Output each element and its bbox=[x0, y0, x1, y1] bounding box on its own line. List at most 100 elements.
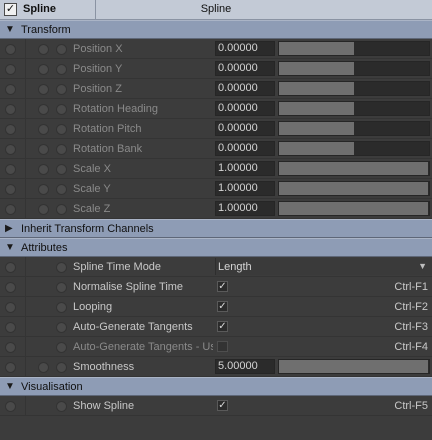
show-spline-checkbox[interactable]: ✓ bbox=[217, 400, 228, 411]
chevron-down-icon: ▼ bbox=[418, 261, 427, 271]
transform-slider[interactable] bbox=[278, 101, 430, 116]
shortcut-label: Ctrl-F2 bbox=[394, 301, 428, 313]
row-divider bbox=[25, 199, 26, 219]
question-mark-icon[interactable] bbox=[5, 84, 16, 95]
transform-label: Rotation Bank bbox=[73, 143, 143, 155]
row-divider bbox=[25, 39, 26, 59]
keyframe-circle-icon[interactable] bbox=[56, 204, 67, 215]
transform-label: Scale X bbox=[73, 163, 111, 175]
slider-fill bbox=[279, 42, 354, 55]
slider-fill bbox=[279, 182, 428, 195]
transform-value-input[interactable]: 1.00000 bbox=[215, 201, 275, 216]
keyframe-circle-icon[interactable] bbox=[38, 362, 49, 373]
keyframe-circle-icon[interactable] bbox=[56, 184, 67, 195]
keyframe-circle-icon[interactable] bbox=[56, 282, 67, 293]
keyframe-circle-icon[interactable] bbox=[56, 362, 67, 373]
transform-slider[interactable] bbox=[278, 181, 430, 196]
object-type-title: Spline bbox=[200, 3, 232, 15]
spline-time-mode-dropdown[interactable]: Length ▼ bbox=[215, 258, 432, 275]
row-divider bbox=[25, 99, 26, 119]
keyframe-circle-icon[interactable] bbox=[38, 204, 49, 215]
smoothness-slider[interactable] bbox=[278, 359, 430, 374]
question-mark-icon[interactable] bbox=[5, 204, 16, 215]
keyframe-circle-icon[interactable] bbox=[56, 44, 67, 55]
keyframe-circle-icon[interactable] bbox=[56, 322, 67, 333]
object-header: ✓ Spline Spline bbox=[0, 0, 432, 20]
transform-slider[interactable] bbox=[278, 201, 430, 216]
row-divider bbox=[25, 119, 26, 139]
attr-label: Looping bbox=[73, 301, 113, 313]
question-mark-icon[interactable] bbox=[5, 282, 16, 293]
question-mark-icon[interactable] bbox=[5, 184, 16, 195]
transform-value-input[interactable]: 0.00000 bbox=[215, 101, 275, 116]
shortcut-label: Ctrl-F3 bbox=[394, 321, 428, 333]
transform-slider[interactable] bbox=[278, 161, 430, 176]
question-mark-icon[interactable] bbox=[5, 44, 16, 55]
keyframe-circle-icon[interactable] bbox=[56, 84, 67, 95]
auto-generate-tangents-use-checkbox[interactable] bbox=[217, 341, 228, 352]
keyframe-circle-icon[interactable] bbox=[38, 44, 49, 55]
transform-value-input[interactable]: 0.00000 bbox=[215, 41, 275, 56]
keyframe-circle-icon[interactable] bbox=[38, 164, 49, 175]
question-mark-icon[interactable] bbox=[5, 262, 16, 273]
transform-slider[interactable] bbox=[278, 81, 430, 96]
question-mark-icon[interactable] bbox=[5, 342, 16, 353]
keyframe-circle-icon[interactable] bbox=[56, 64, 67, 75]
question-mark-icon[interactable] bbox=[5, 302, 16, 313]
keyframe-circle-icon[interactable] bbox=[38, 104, 49, 115]
question-mark-icon[interactable] bbox=[5, 401, 16, 412]
keyframe-circle-icon[interactable] bbox=[38, 64, 49, 75]
keyframe-circle-icon[interactable] bbox=[56, 342, 67, 353]
keyframe-circle-icon[interactable] bbox=[38, 124, 49, 135]
slider-fill bbox=[279, 82, 354, 95]
question-mark-icon[interactable] bbox=[5, 164, 16, 175]
transform-value-input[interactable]: 0.00000 bbox=[215, 121, 275, 136]
transform-row: Scale Y 1.00000 bbox=[0, 179, 432, 199]
row-divider bbox=[25, 257, 26, 277]
transform-value-input[interactable]: 0.00000 bbox=[215, 141, 275, 156]
keyframe-circle-icon[interactable] bbox=[56, 144, 67, 155]
row-divider bbox=[25, 357, 26, 377]
section-inherit-transform-channels[interactable]: ▶ Inherit Transform Channels bbox=[0, 219, 432, 238]
transform-value-input[interactable]: 0.00000 bbox=[215, 61, 275, 76]
transform-value-input[interactable]: 1.00000 bbox=[215, 181, 275, 196]
keyframe-circle-icon[interactable] bbox=[38, 144, 49, 155]
question-mark-icon[interactable] bbox=[5, 144, 16, 155]
section-label: Inherit Transform Channels bbox=[21, 223, 154, 235]
smoothness-input[interactable]: 5.00000 bbox=[215, 359, 275, 374]
question-mark-icon[interactable] bbox=[5, 124, 16, 135]
section-transform[interactable]: ▼ Transform bbox=[0, 20, 432, 39]
keyframe-circle-icon[interactable] bbox=[56, 164, 67, 175]
slider-fill bbox=[279, 122, 354, 135]
keyframe-circle-icon[interactable] bbox=[56, 104, 67, 115]
keyframe-circle-icon[interactable] bbox=[38, 84, 49, 95]
keyframe-circle-icon[interactable] bbox=[56, 302, 67, 313]
transform-slider[interactable] bbox=[278, 121, 430, 136]
section-label: Attributes bbox=[21, 242, 68, 254]
transform-value-input[interactable]: 0.00000 bbox=[215, 81, 275, 96]
section-visualisation[interactable]: ▼ Visualisation bbox=[0, 377, 432, 396]
keyframe-circle-icon[interactable] bbox=[56, 262, 67, 273]
question-mark-icon[interactable] bbox=[5, 104, 16, 115]
keyframe-circle-icon[interactable] bbox=[56, 124, 67, 135]
keyframe-circle-icon[interactable] bbox=[38, 184, 49, 195]
transform-slider[interactable] bbox=[278, 141, 430, 156]
auto-generate-tangents-checkbox[interactable]: ✓ bbox=[217, 321, 228, 332]
transform-label: Rotation Heading bbox=[73, 103, 159, 115]
transform-value-input[interactable]: 1.00000 bbox=[215, 161, 275, 176]
slider-fill bbox=[279, 360, 428, 373]
shortcut-label: Ctrl-F4 bbox=[394, 341, 428, 353]
question-mark-icon[interactable] bbox=[5, 362, 16, 373]
collapse-triangle-icon: ▶ bbox=[5, 223, 13, 234]
transform-slider[interactable] bbox=[278, 41, 430, 56]
question-mark-icon[interactable] bbox=[5, 64, 16, 75]
transform-slider[interactable] bbox=[278, 61, 430, 76]
attr-label: Show Spline bbox=[73, 400, 135, 412]
shortcut-label: Ctrl-F5 bbox=[394, 400, 428, 412]
normalise-spline-time-checkbox[interactable]: ✓ bbox=[217, 281, 228, 292]
attr-row-spline-time-mode: Spline Time Mode Length ▼ bbox=[0, 257, 432, 277]
keyframe-circle-icon[interactable] bbox=[56, 401, 67, 412]
section-attributes[interactable]: ▼ Attributes bbox=[0, 238, 432, 257]
looping-checkbox[interactable]: ✓ bbox=[217, 301, 228, 312]
question-mark-icon[interactable] bbox=[5, 322, 16, 333]
